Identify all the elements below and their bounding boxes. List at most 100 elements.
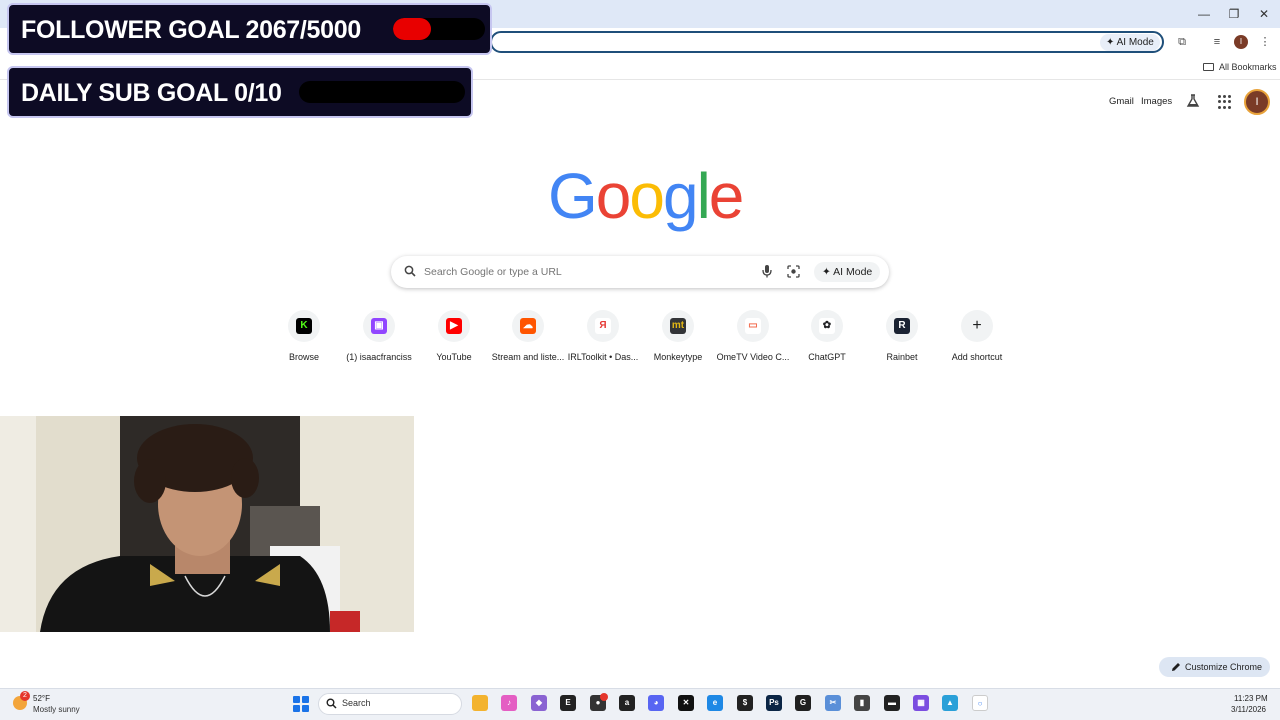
address-bar[interactable]	[490, 31, 1164, 53]
follower-goal-overlay: FOLLOWER GOAL 2067/5000	[7, 3, 492, 55]
irltoolkit-icon: Я	[595, 318, 611, 334]
shortcut-favicon-circle: ✿	[811, 310, 843, 342]
chatgpt-icon: ✿	[819, 318, 835, 334]
restore-icon[interactable]: ❐	[1226, 6, 1242, 22]
shortcut-label: YouTube	[436, 352, 472, 362]
webcam-feed	[0, 416, 414, 632]
shortcut-label: Rainbet	[886, 352, 918, 362]
photos-icon[interactable]: ▲	[942, 695, 958, 711]
google-lens-icon[interactable]	[787, 265, 800, 278]
notification-badge	[600, 693, 608, 701]
follower-goal-bar	[393, 18, 485, 40]
chrome-icon[interactable]: ○	[972, 695, 988, 711]
monkeytype-icon: mt	[670, 318, 686, 334]
discord-icon[interactable]: ◕	[648, 695, 664, 711]
cash-app-icon[interactable]: $	[737, 695, 753, 711]
shortcut-tile[interactable]: R Rainbet	[865, 309, 939, 369]
shortcut-tile[interactable]: ☁ Stream and liste...	[491, 309, 565, 369]
screen: — ❐ ✕ ✦ AI Mode ⧉ ≡ I ⋮ All Bookmarks Gm…	[0, 0, 1280, 720]
sub-goal-text: DAILY SUB GOAL 0/10	[21, 79, 282, 107]
logo-letter: e	[708, 160, 745, 232]
clock-date[interactable]: 3/11/2026	[1231, 705, 1266, 714]
shortcut-tile[interactable]: mt Monkeytype	[641, 309, 715, 369]
shortcut-favicon-circle: +	[961, 310, 993, 342]
mic-icon[interactable]	[761, 264, 773, 278]
photoshop-icon[interactable]: Ps	[766, 695, 782, 711]
minimize-icon[interactable]: —	[1196, 6, 1212, 22]
shortcut-tile[interactable]: ▶ YouTube	[417, 309, 491, 369]
search-icon	[326, 698, 337, 709]
clock-time[interactable]: 11:23 PM	[1234, 694, 1268, 703]
arc-icon[interactable]: a	[619, 695, 635, 711]
shortcut-tile[interactable]: Я IRLToolkit • Das...	[566, 309, 640, 369]
logo-letter: o	[595, 160, 632, 232]
kick-icon: K	[296, 318, 312, 334]
search-input[interactable]	[424, 265, 744, 279]
mic-icon[interactable]: ▮	[854, 695, 870, 711]
google-apps-icon[interactable]	[1218, 95, 1232, 109]
follower-goal-text: FOLLOWER GOAL 2067/5000	[21, 16, 361, 44]
shortcut-favicon-circle: ▶	[438, 310, 470, 342]
shortcut-favicon-circle: R	[886, 310, 918, 342]
file-explorer-icon[interactable]	[472, 695, 488, 711]
google-logo: Google	[548, 160, 744, 232]
tab-search-icon[interactable]: ⧉	[1175, 35, 1189, 49]
shortcut-label: Browse	[288, 352, 319, 362]
sub-goal-overlay: DAILY SUB GOAL 0/10	[7, 66, 473, 118]
youtube-icon: ▶	[446, 318, 462, 334]
shortcut-label: Add shortcut	[951, 352, 1003, 362]
images-link[interactable]: Images	[1141, 96, 1172, 107]
omnibox-ai-mode-button[interactable]: ✦ AI Mode	[1100, 34, 1160, 51]
logo-letter: G	[548, 160, 598, 232]
folder-icon	[1203, 63, 1214, 71]
all-bookmarks-button[interactable]: All Bookmarks	[1203, 61, 1277, 73]
shortcut-favicon-circle: K	[288, 310, 320, 342]
ometv-icon: ▭	[745, 318, 761, 334]
shortcut-label: Monkeytype	[653, 352, 703, 362]
ai-mode-button[interactable]: ✦ AI Mode	[814, 262, 881, 282]
shortcut-tile[interactable]: K Browse	[267, 309, 341, 369]
shortcut-tile[interactable]: + Add shortcut	[940, 309, 1014, 369]
logo-letter: o	[629, 160, 665, 232]
g-icon[interactable]: G	[795, 695, 811, 711]
windows-taskbar	[0, 688, 1280, 720]
shortcut-label: OmeTV Video C...	[716, 352, 790, 362]
twitch-icon: ▣	[371, 318, 387, 334]
edge-icon[interactable]: e	[707, 695, 723, 711]
snipping-icon[interactable]: ✂	[825, 695, 841, 711]
shortcut-favicon-circle: ▭	[737, 310, 769, 342]
capcut-icon[interactable]: ✕	[678, 695, 694, 711]
windows-start-icon[interactable]	[293, 696, 309, 712]
itunes-icon[interactable]: ♪	[501, 695, 517, 711]
shortcut-label: IRLToolkit • Das...	[567, 352, 639, 362]
shortcut-tile[interactable]: ✿ ChatGPT	[790, 309, 864, 369]
labs-flask-icon[interactable]	[1186, 94, 1200, 108]
shortcut-tile[interactable]: ▣ (1) isaacfranciss	[342, 309, 416, 369]
soundcloud-icon: ☁	[520, 318, 536, 334]
menu-kebab-icon[interactable]: ⋮	[1258, 35, 1272, 49]
gmail-link[interactable]: Gmail	[1109, 96, 1134, 107]
sparkle-search-icon: ✦	[1106, 37, 1117, 48]
game-controller-icon[interactable]: ◆	[531, 695, 547, 711]
shortcut-tile[interactable]: ▭ OmeTV Video C...	[716, 309, 790, 369]
shortcut-favicon-circle: ▣	[363, 310, 395, 342]
media-controls-icon[interactable]: ≡	[1210, 35, 1224, 49]
weather-temperature[interactable]: 52°F	[33, 694, 50, 703]
epic-games-icon[interactable]: E	[560, 695, 576, 711]
shortcut-label: Stream and liste...	[491, 352, 565, 362]
weather-description[interactable]: Mostly sunny	[33, 705, 80, 714]
grid-app-icon[interactable]: ▦	[913, 695, 929, 711]
weather-badge: 2	[20, 691, 30, 701]
close-icon[interactable]: ✕	[1256, 6, 1272, 22]
search-icon	[404, 265, 416, 277]
profile-avatar[interactable]: I	[1234, 35, 1248, 49]
shortcut-favicon-circle: Я	[587, 310, 619, 342]
follower-goal-fill	[393, 18, 432, 40]
plus-icon: +	[972, 317, 982, 334]
account-avatar[interactable]: I	[1244, 89, 1270, 115]
rainbet-icon: R	[894, 318, 910, 334]
taskbar-search-box[interactable]	[318, 693, 462, 715]
terminal-icon[interactable]: ▬	[884, 695, 900, 711]
logo-letter: g	[662, 160, 699, 232]
shortcut-favicon-circle: ☁	[512, 310, 544, 342]
